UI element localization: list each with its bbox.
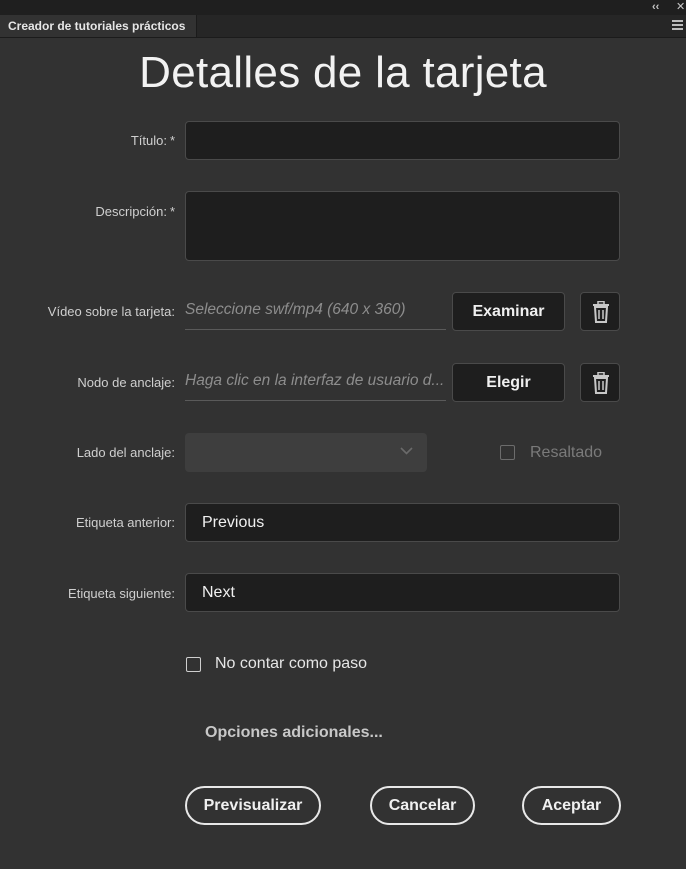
panel-tab-bar: Creador de tutoriales prácticos [0,15,686,38]
highlight-checkbox[interactable] [500,445,515,460]
anchor-side-label: Lado del anclaje: [76,445,175,460]
preview-button[interactable]: Previsualizar [185,786,321,825]
highlight-label: Resaltado [530,444,603,461]
anchor-side-select[interactable] [185,433,427,472]
page-title: Detalles de la tarjeta [139,48,547,97]
delete-video-button[interactable] [580,292,620,331]
browse-button[interactable]: Examinar [452,292,565,331]
description-label: Descripción: * [95,204,175,219]
next-label-input[interactable]: Next [185,573,620,612]
next-label: Etiqueta siguiente: [68,586,175,601]
panel-top-strip: ‹‹ ✕ [0,0,686,15]
description-textarea[interactable] [185,191,620,261]
not-step-label: No contar como paso [215,655,368,672]
title-label: Título: * [130,133,175,148]
tab-tutorial-builder[interactable]: Creador de tutoriales prácticos [0,15,197,37]
chevron-down-icon [400,447,413,455]
anchor-node-label: Nodo de anclaje: [77,375,175,390]
video-path-input[interactable]: Seleccione swf/mp4 (640 x 360) [185,292,446,330]
not-step-checkbox[interactable] [186,657,201,672]
trash-icon [593,301,609,323]
prev-label-input[interactable]: Previous [185,503,620,542]
prev-label: Etiqueta anterior: [75,515,175,530]
hamburger-menu-icon[interactable] [672,20,683,30]
accept-button[interactable]: Aceptar [522,786,621,825]
trash-icon [593,372,609,394]
title-input[interactable] [185,121,620,160]
more-options-link[interactable]: Opciones adicionales... [205,724,383,742]
collapse-panel-icon[interactable]: ‹‹ [652,0,659,15]
anchor-node-input[interactable]: Haga clic en la interfaz de usuario d... [185,363,446,401]
required-mark: * [169,204,175,219]
required-mark: * [169,133,175,148]
choose-button[interactable]: Elegir [452,363,565,402]
close-panel-icon[interactable]: ✕ [676,0,685,15]
video-path-placeholder: Seleccione swf/mp4 (640 x 360) [185,301,406,318]
anchor-node-placeholder: Haga clic en la interfaz de usuario d... [185,372,445,389]
video-label: Vídeo sobre la tarjeta: [47,304,175,319]
delete-anchor-button[interactable] [580,363,620,402]
cancel-button[interactable]: Cancelar [370,786,475,825]
